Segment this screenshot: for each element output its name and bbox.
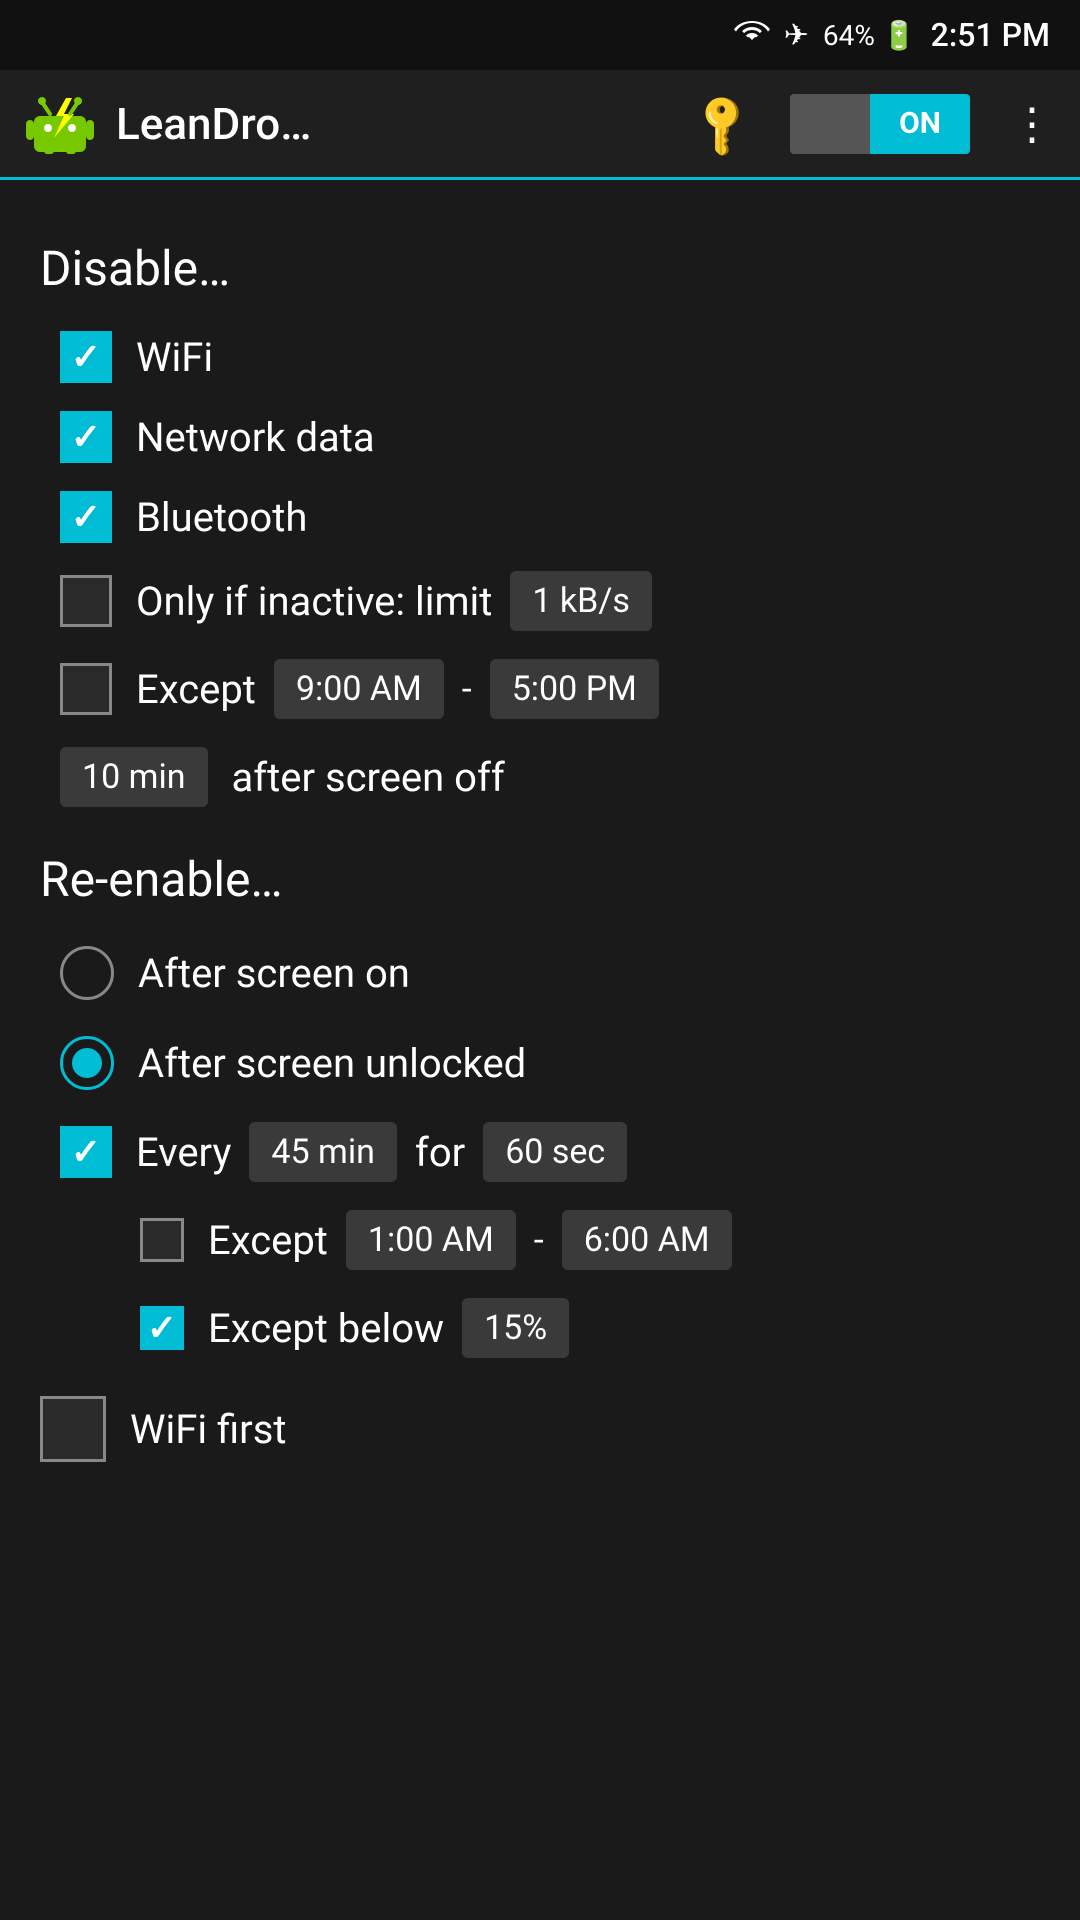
except-time-row[interactable]: Except 9:00 AM - 5:00 PM xyxy=(40,645,1040,733)
bluetooth-label: Bluetooth xyxy=(136,494,307,541)
except-time-inline: Except 9:00 AM - 5:00 PM xyxy=(136,659,659,719)
except-nested-from[interactable]: 1:00 AM xyxy=(346,1210,516,1270)
except-nested-label: Except xyxy=(208,1217,328,1264)
radio-selected-dot xyxy=(72,1048,102,1078)
except-dash: - xyxy=(462,668,472,710)
except-from-time[interactable]: 9:00 AM xyxy=(274,659,444,719)
except-nested-to[interactable]: 6:00 AM xyxy=(562,1210,732,1270)
except-time-nested-row[interactable]: Except 1:00 AM - 6:00 AM xyxy=(40,1196,1040,1284)
except-below-checkbox[interactable]: ✓ xyxy=(140,1306,184,1350)
status-time: 2:51 PM xyxy=(931,16,1050,54)
bluetooth-row[interactable]: ✓ Bluetooth xyxy=(40,477,1040,557)
status-bar: ✈ 64% 🔋 2:51 PM xyxy=(0,0,1080,70)
except-below-label: Except below xyxy=(208,1305,444,1352)
power-toggle[interactable]: ON xyxy=(790,94,970,154)
except-time-checkbox[interactable] xyxy=(60,663,112,715)
wifi-first-checkbox[interactable] xyxy=(40,1396,106,1462)
wifi-row[interactable]: ✓ WiFi xyxy=(40,317,1040,397)
toggle-off-part xyxy=(790,94,870,154)
wifi-label: WiFi xyxy=(136,334,213,381)
screen-off-row: 10 min after screen off xyxy=(40,733,1040,821)
wifi-checkbox[interactable]: ✓ xyxy=(60,331,112,383)
disable-section: Disable… ✓ WiFi ✓ Network data ✓ Bluetoo… xyxy=(40,240,1040,821)
except-below-checkmark: ✓ xyxy=(147,1307,177,1349)
screen-off-delay[interactable]: 10 min xyxy=(60,747,208,807)
only-inactive-label: Only if inactive: limit xyxy=(136,578,492,625)
wifi-checkmark: ✓ xyxy=(71,336,101,378)
wifi-status-icon xyxy=(734,16,770,54)
screen-off-label: after screen off xyxy=(232,754,505,801)
only-inactive-checkbox[interactable] xyxy=(60,575,112,627)
reenable-title: Re-enable… xyxy=(40,851,1040,908)
after-screen-on-radio[interactable] xyxy=(60,946,114,1000)
inactive-limit-value[interactable]: 1 kB/s xyxy=(510,571,652,631)
every-inline: Every 45 min for 60 sec xyxy=(136,1122,627,1182)
wifi-first-row[interactable]: WiFi first xyxy=(40,1382,1040,1476)
except-label: Except xyxy=(136,666,256,713)
every-interval[interactable]: 45 min xyxy=(249,1122,397,1182)
except-to-time[interactable]: 5:00 PM xyxy=(490,659,659,719)
network-data-row[interactable]: ✓ Network data xyxy=(40,397,1040,477)
every-label: Every xyxy=(136,1129,231,1176)
except-below-inline: Except below 15% xyxy=(208,1298,569,1358)
network-data-label: Network data xyxy=(136,414,375,461)
after-screen-unlocked-label: After screen unlocked xyxy=(138,1040,526,1087)
except-nested-dash: - xyxy=(534,1219,544,1261)
top-bar: LeanDro… 🔑 ON ⋮ xyxy=(0,70,1080,180)
network-data-checkmark: ✓ xyxy=(71,416,101,458)
except-below-value[interactable]: 15% xyxy=(462,1298,569,1358)
after-screen-on-row[interactable]: After screen on xyxy=(40,928,1040,1018)
only-inactive-row[interactable]: Only if inactive: limit 1 kB/s xyxy=(40,557,1040,645)
bluetooth-checkbox[interactable]: ✓ xyxy=(60,491,112,543)
app-icon xyxy=(24,88,96,160)
key-icon: 🔑 xyxy=(685,86,761,162)
airplane-status-icon: ✈ xyxy=(784,18,809,53)
except-time-nested-inline: Except 1:00 AM - 6:00 AM xyxy=(208,1210,732,1270)
main-content: Disable… ✓ WiFi ✓ Network data ✓ Bluetoo… xyxy=(0,180,1080,1506)
reenable-section: Re-enable… After screen on After screen … xyxy=(40,851,1040,1372)
after-screen-unlocked-row[interactable]: After screen unlocked xyxy=(40,1018,1040,1108)
wifi-first-label: WiFi first xyxy=(130,1406,286,1453)
except-below-row[interactable]: ✓ Except below 15% xyxy=(40,1284,1040,1372)
bluetooth-checkmark: ✓ xyxy=(71,496,101,538)
disable-title: Disable… xyxy=(40,240,1040,297)
after-screen-on-label: After screen on xyxy=(138,950,410,997)
toggle-on-part: ON xyxy=(870,94,970,154)
app-title: LeanDro… xyxy=(116,98,675,150)
more-options-icon[interactable]: ⋮ xyxy=(1010,98,1056,150)
every-checkbox[interactable]: ✓ xyxy=(60,1126,112,1178)
battery-status: 64% 🔋 xyxy=(823,19,917,52)
every-checkmark: ✓ xyxy=(71,1131,101,1173)
only-inactive-inline: Only if inactive: limit 1 kB/s xyxy=(136,571,652,631)
except-time-nested-checkbox[interactable] xyxy=(140,1218,184,1262)
network-data-checkbox[interactable]: ✓ xyxy=(60,411,112,463)
status-icons: ✈ 64% 🔋 2:51 PM xyxy=(734,16,1050,54)
every-row[interactable]: ✓ Every 45 min for 60 sec xyxy=(40,1108,1040,1196)
for-label: for xyxy=(415,1129,465,1176)
after-screen-unlocked-radio[interactable] xyxy=(60,1036,114,1090)
every-duration[interactable]: 60 sec xyxy=(483,1122,627,1182)
